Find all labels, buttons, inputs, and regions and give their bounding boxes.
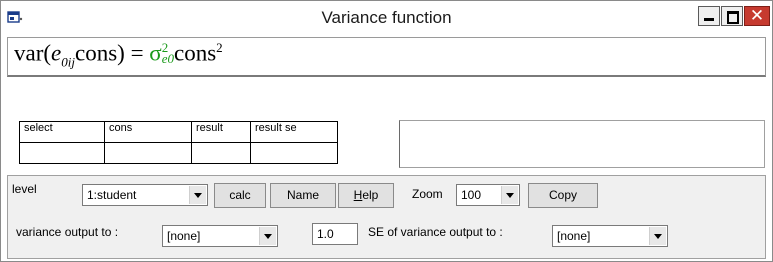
title-bar[interactable]: Variance function ✕ [1, 1, 772, 35]
level-select[interactable]: 1:student [82, 184, 208, 206]
variance-function-window: Variance function ✕ var(e0ijcons) = σ 2 e0… [0, 0, 773, 262]
cell-result [191, 142, 251, 164]
formula-var-func: var( [14, 40, 52, 66]
help-button-label-rest: elp [362, 188, 379, 202]
formula-e-subscript: 0ij [61, 54, 75, 69]
header-cons: cons [104, 121, 192, 143]
cell-result-se [250, 142, 338, 164]
formula-rhs-superscript: 2 [216, 40, 223, 55]
chevron-down-icon[interactable] [189, 186, 206, 204]
copy-button[interactable]: Copy [528, 183, 598, 208]
calc-button[interactable]: calc [214, 183, 266, 208]
output-panel [399, 120, 765, 168]
variance-output-select[interactable]: [none] [162, 225, 278, 247]
formula-rhs-cons: cons [173, 40, 217, 66]
se-output-label: SE of variance output to : [368, 225, 503, 239]
zoom-select[interactable]: 100 [456, 184, 520, 206]
chevron-down-icon[interactable] [649, 227, 666, 245]
variance-output-label: variance output to : [16, 225, 119, 239]
formula-e-subscript-text: 0ij [61, 54, 75, 70]
formula-lhs-cons: cons [74, 40, 118, 66]
level-label: level [12, 182, 37, 196]
se-output-select[interactable]: [none] [552, 225, 668, 247]
formula-sigma: σ [149, 40, 162, 66]
controls-panel: level 1:student calc Name Help Zoom 100 … [7, 175, 766, 259]
se-output-value: [none] [557, 229, 591, 243]
name-button[interactable]: Name [270, 183, 336, 208]
header-result-se: result se [250, 121, 338, 143]
header-select: select [19, 121, 105, 143]
close-icon: ✕ [749, 6, 765, 26]
formula-display: var(e0ijcons) = σ 2 e0 cons2 [7, 37, 766, 77]
header-result: result [191, 121, 251, 143]
formula-equals: ) = [117, 40, 150, 66]
variance-output-value: [none] [167, 229, 201, 243]
formula-e: e [51, 40, 62, 66]
chevron-down-icon[interactable] [259, 227, 276, 245]
minimize-button[interactable] [698, 6, 720, 26]
close-button[interactable]: ✕ [744, 6, 770, 26]
table-row [19, 142, 338, 164]
zoom-label: Zoom [412, 187, 443, 201]
variance-table: select cons result result se [19, 121, 338, 164]
chevron-down-icon[interactable] [501, 186, 518, 204]
multiplier-input[interactable]: 1.0 [312, 223, 358, 245]
maximize-icon [727, 11, 739, 24]
zoom-select-value: 100 [461, 188, 482, 202]
cell-cons[interactable] [104, 142, 192, 164]
level-select-value: 1:student [87, 188, 137, 202]
help-button[interactable]: Help [338, 183, 394, 208]
formula-sigma-subscript: e0 [161, 51, 174, 67]
maximize-button[interactable] [721, 6, 743, 26]
cell-select[interactable] [19, 142, 105, 164]
table-header-row: select cons result result se [19, 121, 338, 143]
minimize-icon [704, 18, 714, 21]
multiplier-value: 1.0 [317, 227, 334, 241]
variance-formula: var(e0ijcons) = σ 2 e0 cons2 [14, 40, 223, 70]
window-title: Variance function [321, 8, 452, 27]
formula-sigma-scripts: 2 e0 [161, 41, 174, 67]
